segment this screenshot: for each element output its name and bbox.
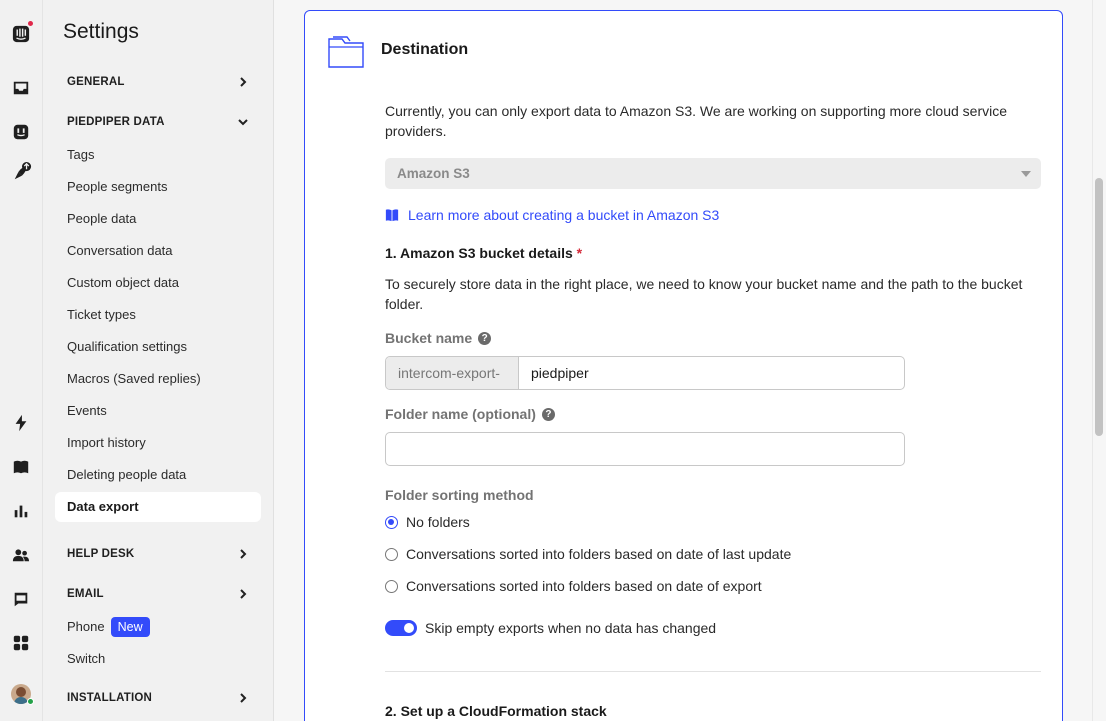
- step1-title: 1. Amazon S3 bucket details *: [385, 245, 582, 261]
- sorting-method-label: Folder sorting method: [385, 487, 534, 503]
- sidebar-item-conversation-data[interactable]: Conversation data: [67, 241, 173, 261]
- sorting-option-no-folders[interactable]: No folders: [385, 514, 470, 530]
- skip-empty-exports-row: Skip empty exports when no data has chan…: [385, 620, 716, 636]
- required-marker: *: [576, 245, 583, 261]
- knowledge-book-icon[interactable]: [11, 457, 31, 477]
- section-email[interactable]: EMAIL: [67, 584, 249, 604]
- sidebar-item-people-data[interactable]: People data: [67, 209, 136, 229]
- app-icon-rail: [0, 0, 43, 721]
- learn-bucket-link[interactable]: Learn more about creating a bucket in Am…: [385, 207, 719, 223]
- section-piedpiper-data[interactable]: PIEDPIPER DATA: [67, 112, 249, 132]
- sidebar-item-events[interactable]: Events: [67, 401, 107, 421]
- reports-chart-icon[interactable]: [11, 501, 31, 521]
- destination-card: Destination Currently, you can only expo…: [304, 10, 1063, 721]
- notification-dot: [28, 21, 33, 26]
- bucket-name-label: Bucket name ?: [385, 330, 492, 346]
- sidebar-item-switch[interactable]: Switch: [67, 649, 105, 669]
- settings-title: Settings: [63, 20, 139, 43]
- contacts-people-icon[interactable]: [11, 545, 31, 565]
- sidebar-item-deleting-people-data[interactable]: Deleting people data: [67, 465, 186, 485]
- new-badge: New: [110, 617, 150, 637]
- provider-select-value: Amazon S3: [397, 166, 470, 181]
- sorting-option-last-update[interactable]: Conversations sorted into folders based …: [385, 546, 791, 562]
- sidebar-item-data-export[interactable]: Data export: [55, 492, 261, 522]
- chevron-right-icon: [240, 549, 247, 559]
- step1-title-text: 1. Amazon S3 bucket details: [385, 245, 573, 261]
- help-question-icon[interactable]: ?: [478, 331, 492, 345]
- outbound-rocket-icon[interactable]: [12, 162, 32, 182]
- section-help-desk-label: HELP DESK: [67, 548, 135, 560]
- skip-empty-exports-toggle[interactable]: [385, 620, 417, 636]
- step1-description: To securely store data in the right plac…: [385, 276, 1023, 312]
- sorting-option-date-of-export[interactable]: Conversations sorted into folders based …: [385, 578, 762, 594]
- chevron-down-icon: [238, 119, 248, 126]
- bucket-name-field[interactable]: intercom-export- piedpiper: [385, 356, 905, 390]
- section-general-label: GENERAL: [67, 76, 125, 88]
- inbox-icon[interactable]: [11, 78, 31, 98]
- caret-down-icon: [1021, 171, 1031, 177]
- sidebar-item-phone[interactable]: Phone New: [67, 617, 150, 637]
- sidebar-item-qualification-settings[interactable]: Qualification settings: [67, 337, 187, 357]
- folder-stack-icon: [328, 36, 364, 68]
- intercom-logo-icon[interactable]: [11, 24, 31, 44]
- folder-name-input[interactable]: [385, 432, 905, 466]
- sorting-option-label: No folders: [406, 514, 470, 530]
- destination-intro-text: Currently, you can only export data to A…: [385, 103, 1008, 139]
- scrollbar-thumb[interactable]: [1095, 178, 1103, 436]
- radio-selected[interactable]: [385, 515, 398, 529]
- sidebar-item-ticket-types[interactable]: Ticket types: [67, 305, 136, 325]
- radio-unselected[interactable]: [385, 547, 398, 561]
- sidebar-item-people-segments[interactable]: People segments: [67, 177, 167, 197]
- step2-title: 2. Set up a CloudFormation stack: [385, 703, 607, 719]
- section-installation-label: INSTALLATION: [67, 692, 153, 704]
- sidebar-item-tags[interactable]: Tags: [67, 145, 94, 165]
- folder-name-label-text: Folder name (optional): [385, 406, 536, 422]
- skip-empty-exports-label: Skip empty exports when no data has chan…: [425, 620, 717, 636]
- section-general[interactable]: GENERAL: [67, 72, 249, 92]
- chevron-right-icon: [240, 693, 247, 703]
- bucket-prefix: intercom-export-: [386, 357, 519, 389]
- main-content: Destination Currently, you can only expo…: [274, 0, 1092, 721]
- sidebar-item-macros[interactable]: Macros (Saved replies): [67, 369, 201, 389]
- section-help-desk[interactable]: HELP DESK: [67, 544, 249, 564]
- destination-title: Destination: [381, 41, 469, 58]
- sorting-option-label: Conversations sorted into folders based …: [406, 578, 762, 594]
- section-email-label: EMAIL: [67, 588, 104, 600]
- chevron-right-icon: [240, 77, 247, 87]
- section-piedpiper-data-label: PIEDPIPER DATA: [67, 116, 165, 128]
- section-installation[interactable]: INSTALLATION: [67, 688, 249, 708]
- provider-select[interactable]: Amazon S3: [385, 158, 1041, 189]
- sidebar-item-import-history[interactable]: Import history: [67, 433, 146, 453]
- sorting-option-label: Conversations sorted into folders based …: [406, 546, 792, 562]
- online-status-dot: [27, 698, 34, 705]
- messages-icon[interactable]: [11, 589, 31, 609]
- bucket-name-input[interactable]: piedpiper: [519, 357, 904, 389]
- section-divider: [385, 671, 1041, 672]
- sidebar-item-custom-object-data[interactable]: Custom object data: [67, 273, 179, 293]
- help-question-icon[interactable]: ?: [541, 407, 555, 421]
- settings-sidebar: Settings GENERAL PIEDPIPER DATA Tags Peo…: [43, 0, 274, 721]
- bucket-name-label-text: Bucket name: [385, 330, 473, 346]
- apps-grid-icon[interactable]: [11, 633, 31, 653]
- sidebar-item-phone-label: Phone: [67, 619, 105, 634]
- folder-name-label: Folder name (optional) ?: [385, 406, 555, 422]
- chevron-right-icon: [240, 589, 247, 599]
- book-icon: [385, 209, 399, 222]
- learn-bucket-link-text: Learn more about creating a bucket in Am…: [408, 207, 720, 223]
- automation-bolt-icon[interactable]: [11, 413, 31, 433]
- radio-unselected[interactable]: [385, 579, 398, 593]
- fin-ai-icon[interactable]: [11, 122, 31, 142]
